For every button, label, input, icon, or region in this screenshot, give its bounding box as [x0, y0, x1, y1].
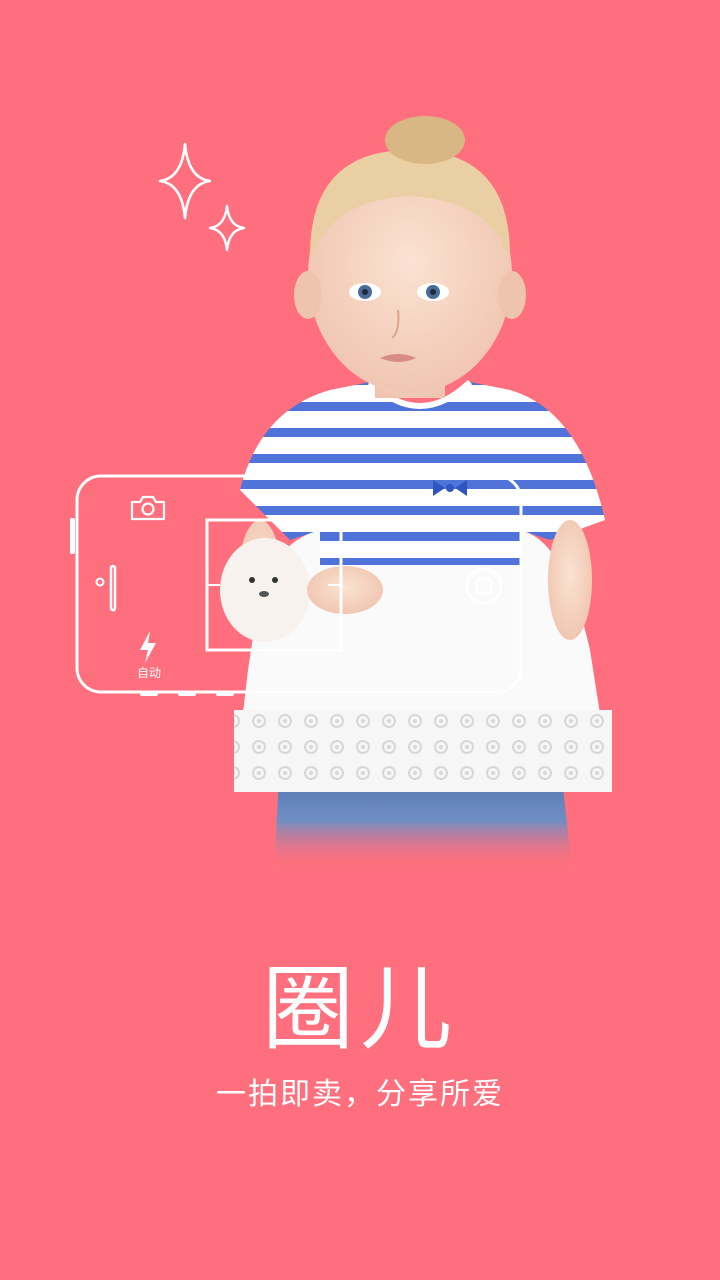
flash-icon	[140, 631, 156, 663]
splash-screen: 自动 圈儿 一拍即卖，分享所爱	[0, 0, 720, 1280]
app-slogan: 一拍即卖，分享所爱	[216, 1077, 504, 1112]
shutter-button-icon	[465, 567, 503, 605]
sparkle-icon	[158, 142, 212, 220]
flash-mode-label: 自动	[136, 666, 161, 680]
app-title: 圈儿	[261, 956, 458, 1063]
camera-icon	[130, 495, 166, 521]
